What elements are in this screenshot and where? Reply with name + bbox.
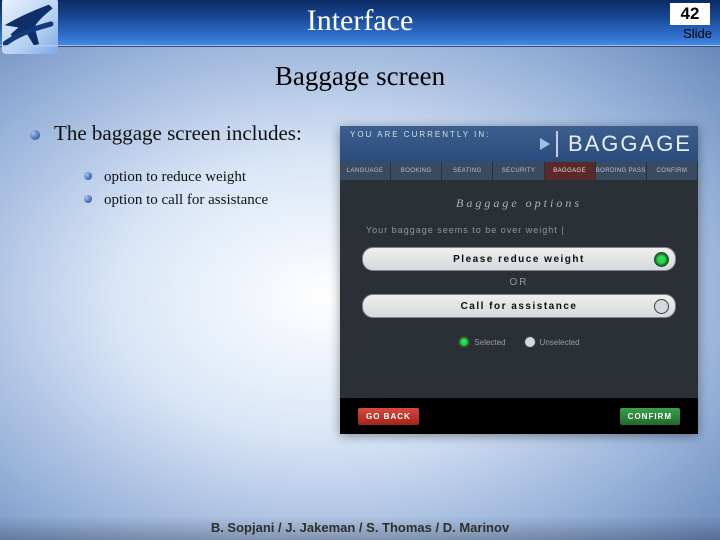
slide-number-label: Slide bbox=[683, 26, 712, 41]
kiosk-screenshot: YOU ARE CURRENTLY IN: BAGGAGE LANGUAGE B… bbox=[340, 126, 698, 434]
kiosk-body: Baggage options Your baggage seems to be… bbox=[340, 180, 698, 398]
go-back-button[interactable]: GO BACK bbox=[358, 408, 419, 425]
tab-booking[interactable]: BOOKING bbox=[391, 162, 442, 180]
banner-label: YOU ARE CURRENTLY IN: bbox=[350, 130, 490, 139]
confirm-button[interactable]: CONFIRM bbox=[620, 408, 680, 425]
kiosk-footer: GO BACK CONFIRM bbox=[340, 398, 698, 434]
slide-header: Interface 42 Slide bbox=[0, 0, 720, 47]
tab-language[interactable]: LANGUAGE bbox=[340, 162, 391, 180]
body-text: The baggage screen includes: option to r… bbox=[24, 120, 334, 212]
legend-unselected: Unselected bbox=[524, 336, 580, 348]
slide-subtitle: Baggage screen bbox=[0, 61, 720, 92]
legend: Selected Unselected bbox=[360, 336, 678, 348]
tab-baggage[interactable]: BAGGAGE bbox=[545, 162, 596, 180]
option-call-assistance[interactable]: Call for assistance bbox=[362, 294, 676, 318]
option-label: Please reduce weight bbox=[453, 254, 585, 265]
option-reduce-weight[interactable]: Please reduce weight bbox=[362, 247, 676, 271]
or-divider: OR bbox=[360, 277, 678, 288]
radio-selected-icon bbox=[654, 252, 669, 267]
radio-unselected-icon bbox=[654, 299, 669, 314]
dot-unselected-icon bbox=[524, 336, 536, 348]
arrow-right-icon bbox=[540, 138, 550, 150]
legend-selected: Selected bbox=[458, 336, 505, 348]
tab-security[interactable]: SECURITY bbox=[493, 162, 544, 180]
section-title: Baggage options bbox=[360, 196, 678, 211]
list-item: option to reduce weight bbox=[84, 167, 334, 187]
credits-text: B. Sopjani / J. Jakeman / S. Thomas / D.… bbox=[211, 520, 509, 535]
kiosk-banner: YOU ARE CURRENTLY IN: BAGGAGE bbox=[340, 126, 698, 162]
slide-title: Interface bbox=[0, 4, 720, 38]
credits-footer: B. Sopjani / J. Jakeman / S. Thomas / D.… bbox=[0, 516, 720, 540]
kiosk-tabs: LANGUAGE BOOKING SEATING SECURITY BAGGAG… bbox=[340, 162, 698, 180]
lead-text: The baggage screen includes: bbox=[54, 120, 334, 146]
list-item: option to call for assistance bbox=[84, 190, 334, 210]
tab-seating[interactable]: SEATING bbox=[442, 162, 493, 180]
tab-confirm[interactable]: CONFIRM bbox=[647, 162, 698, 180]
slide-number: 42 bbox=[670, 3, 710, 25]
banner-value: BAGGAGE bbox=[556, 131, 692, 157]
dot-selected-icon bbox=[458, 336, 470, 348]
option-label: Call for assistance bbox=[461, 301, 578, 312]
tab-boarding[interactable]: BORDING PASS bbox=[596, 162, 647, 180]
status-message: Your baggage seems to be over weight | bbox=[366, 225, 678, 235]
